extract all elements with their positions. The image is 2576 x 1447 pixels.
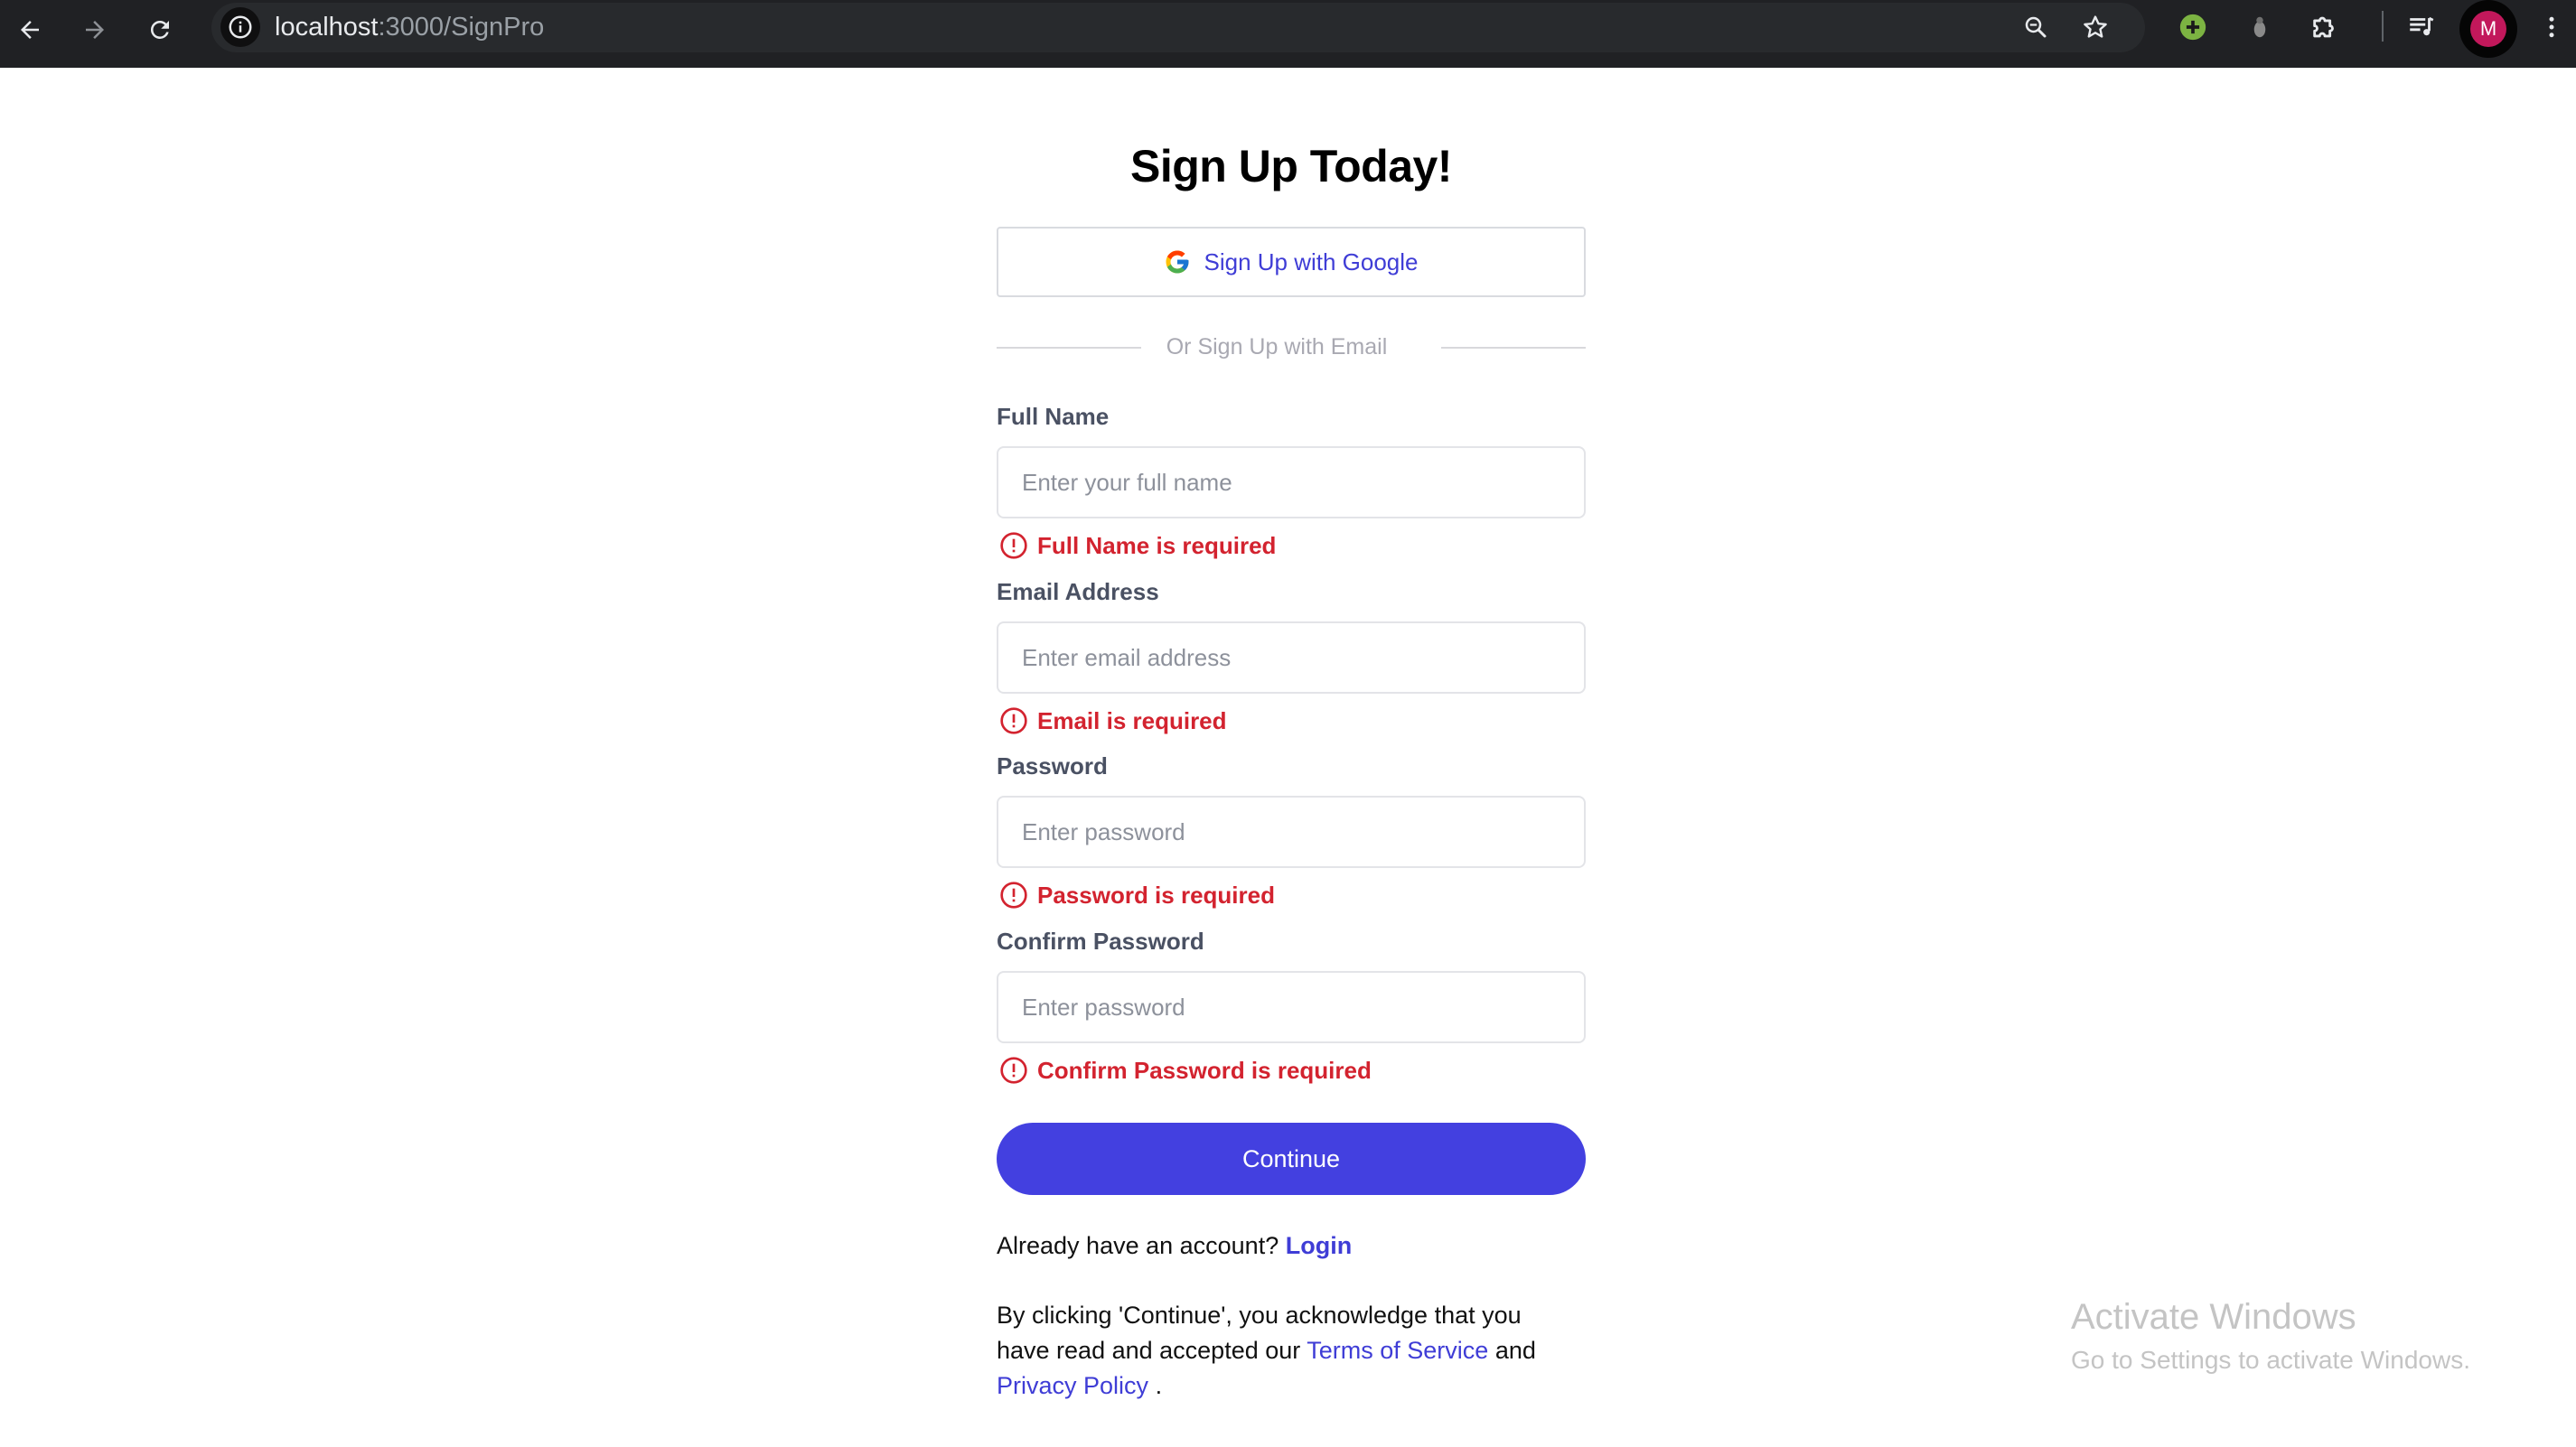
activate-windows-title: Activate Windows	[2071, 1297, 2356, 1337]
green-plus-badge-icon	[2179, 14, 2206, 41]
full-name-label: Full Name	[997, 403, 1110, 430]
reload-icon	[150, 20, 169, 39]
extension-green-button[interactable]	[2171, 5, 2215, 49]
url-host: localhost	[275, 13, 379, 42]
arrow-right-icon	[86, 21, 104, 39]
email-error: Email is required	[999, 705, 1227, 737]
three-dots-vertical-icon	[2549, 16, 2554, 38]
profile-button[interactable]: M	[2459, 0, 2517, 58]
address-bar[interactable]: localhost:3000/SignPro	[211, 3, 2145, 52]
back-button[interactable]	[7, 7, 52, 52]
password-label: Password	[997, 752, 1108, 780]
google-signup-label: Sign Up with Google	[1204, 247, 1419, 275]
error-alert-icon	[1000, 1057, 1027, 1084]
avatar: M	[2470, 11, 2506, 47]
login-link[interactable]: Login	[1286, 1232, 1352, 1259]
error-alert-icon	[1000, 882, 1027, 909]
terms-notice: By clicking 'Continue', you acknowledge …	[997, 1298, 1575, 1404]
toolbar-divider	[2382, 11, 2384, 42]
reload-button[interactable]	[137, 7, 183, 52]
star-icon	[2084, 15, 2107, 38]
login-prompt: Already have an account? Login	[997, 1228, 1352, 1263]
full-name-error-text: Full Name is required	[1037, 532, 1277, 559]
url-text[interactable]: localhost:3000/SignPro	[275, 12, 544, 42]
divider-line-right	[1441, 347, 1586, 349]
password-error-text: Password is required	[1037, 882, 1275, 909]
activate-windows-subtitle: Go to Settings to activate Windows.	[2071, 1346, 2470, 1374]
email-label: Email Address	[997, 578, 1159, 605]
divider-text: Or Sign Up with Email	[1166, 334, 1388, 359]
confirm-password-error: Confirm Password is required	[999, 1054, 1372, 1087]
music-queue-icon	[2410, 16, 2434, 36]
extensions-button[interactable]	[2303, 5, 2347, 49]
full-name-error: Full Name is required	[999, 529, 1276, 562]
confirm-password-input[interactable]	[997, 971, 1586, 1043]
password-error: Password is required	[999, 879, 1275, 911]
terms-of-service-link[interactable]: Terms of Service	[1307, 1337, 1488, 1364]
error-alert-icon	[1000, 532, 1027, 559]
info-icon	[229, 15, 252, 39]
terms-suffix: .	[1155, 1372, 1163, 1399]
login-prompt-text: Already have an account?	[997, 1232, 1279, 1259]
browser-toolbar: localhost:3000/SignPro M	[0, 0, 2576, 68]
puzzle-piece-icon	[2313, 16, 2334, 38]
site-info-button[interactable]	[220, 7, 260, 47]
grey-bug-icon	[2253, 16, 2266, 38]
zoom-magnifier-icon	[2025, 16, 2047, 38]
browser-menu-button[interactable]	[2530, 5, 2573, 49]
error-alert-icon	[1000, 707, 1027, 734]
email-error-text: Email is required	[1037, 707, 1227, 734]
url-path: :3000/SignPro	[378, 13, 545, 42]
divider-line-left	[997, 347, 1141, 349]
email-input[interactable]	[997, 621, 1586, 694]
media-button[interactable]	[2400, 5, 2443, 49]
confirm-password-label: Confirm Password	[997, 928, 1204, 955]
bookmark-button[interactable]	[2075, 6, 2116, 48]
password-input[interactable]	[997, 796, 1586, 868]
google-signup-button[interactable]: Sign Up with Google	[997, 227, 1586, 297]
extension-grey-button[interactable]	[2238, 5, 2281, 49]
continue-button[interactable]: Continue	[997, 1123, 1586, 1195]
page-title: Sign Up Today!	[1130, 141, 1452, 191]
confirm-password-error-text: Confirm Password is required	[1037, 1057, 1372, 1084]
forward-button[interactable]	[72, 7, 117, 52]
full-name-input[interactable]	[997, 446, 1586, 518]
google-icon	[1166, 250, 1189, 274]
arrow-left-icon	[21, 21, 39, 39]
privacy-policy-link[interactable]: Privacy Policy	[997, 1372, 1148, 1399]
terms-and: and	[1494, 1337, 1536, 1364]
zoom-button[interactable]	[2015, 6, 2056, 48]
